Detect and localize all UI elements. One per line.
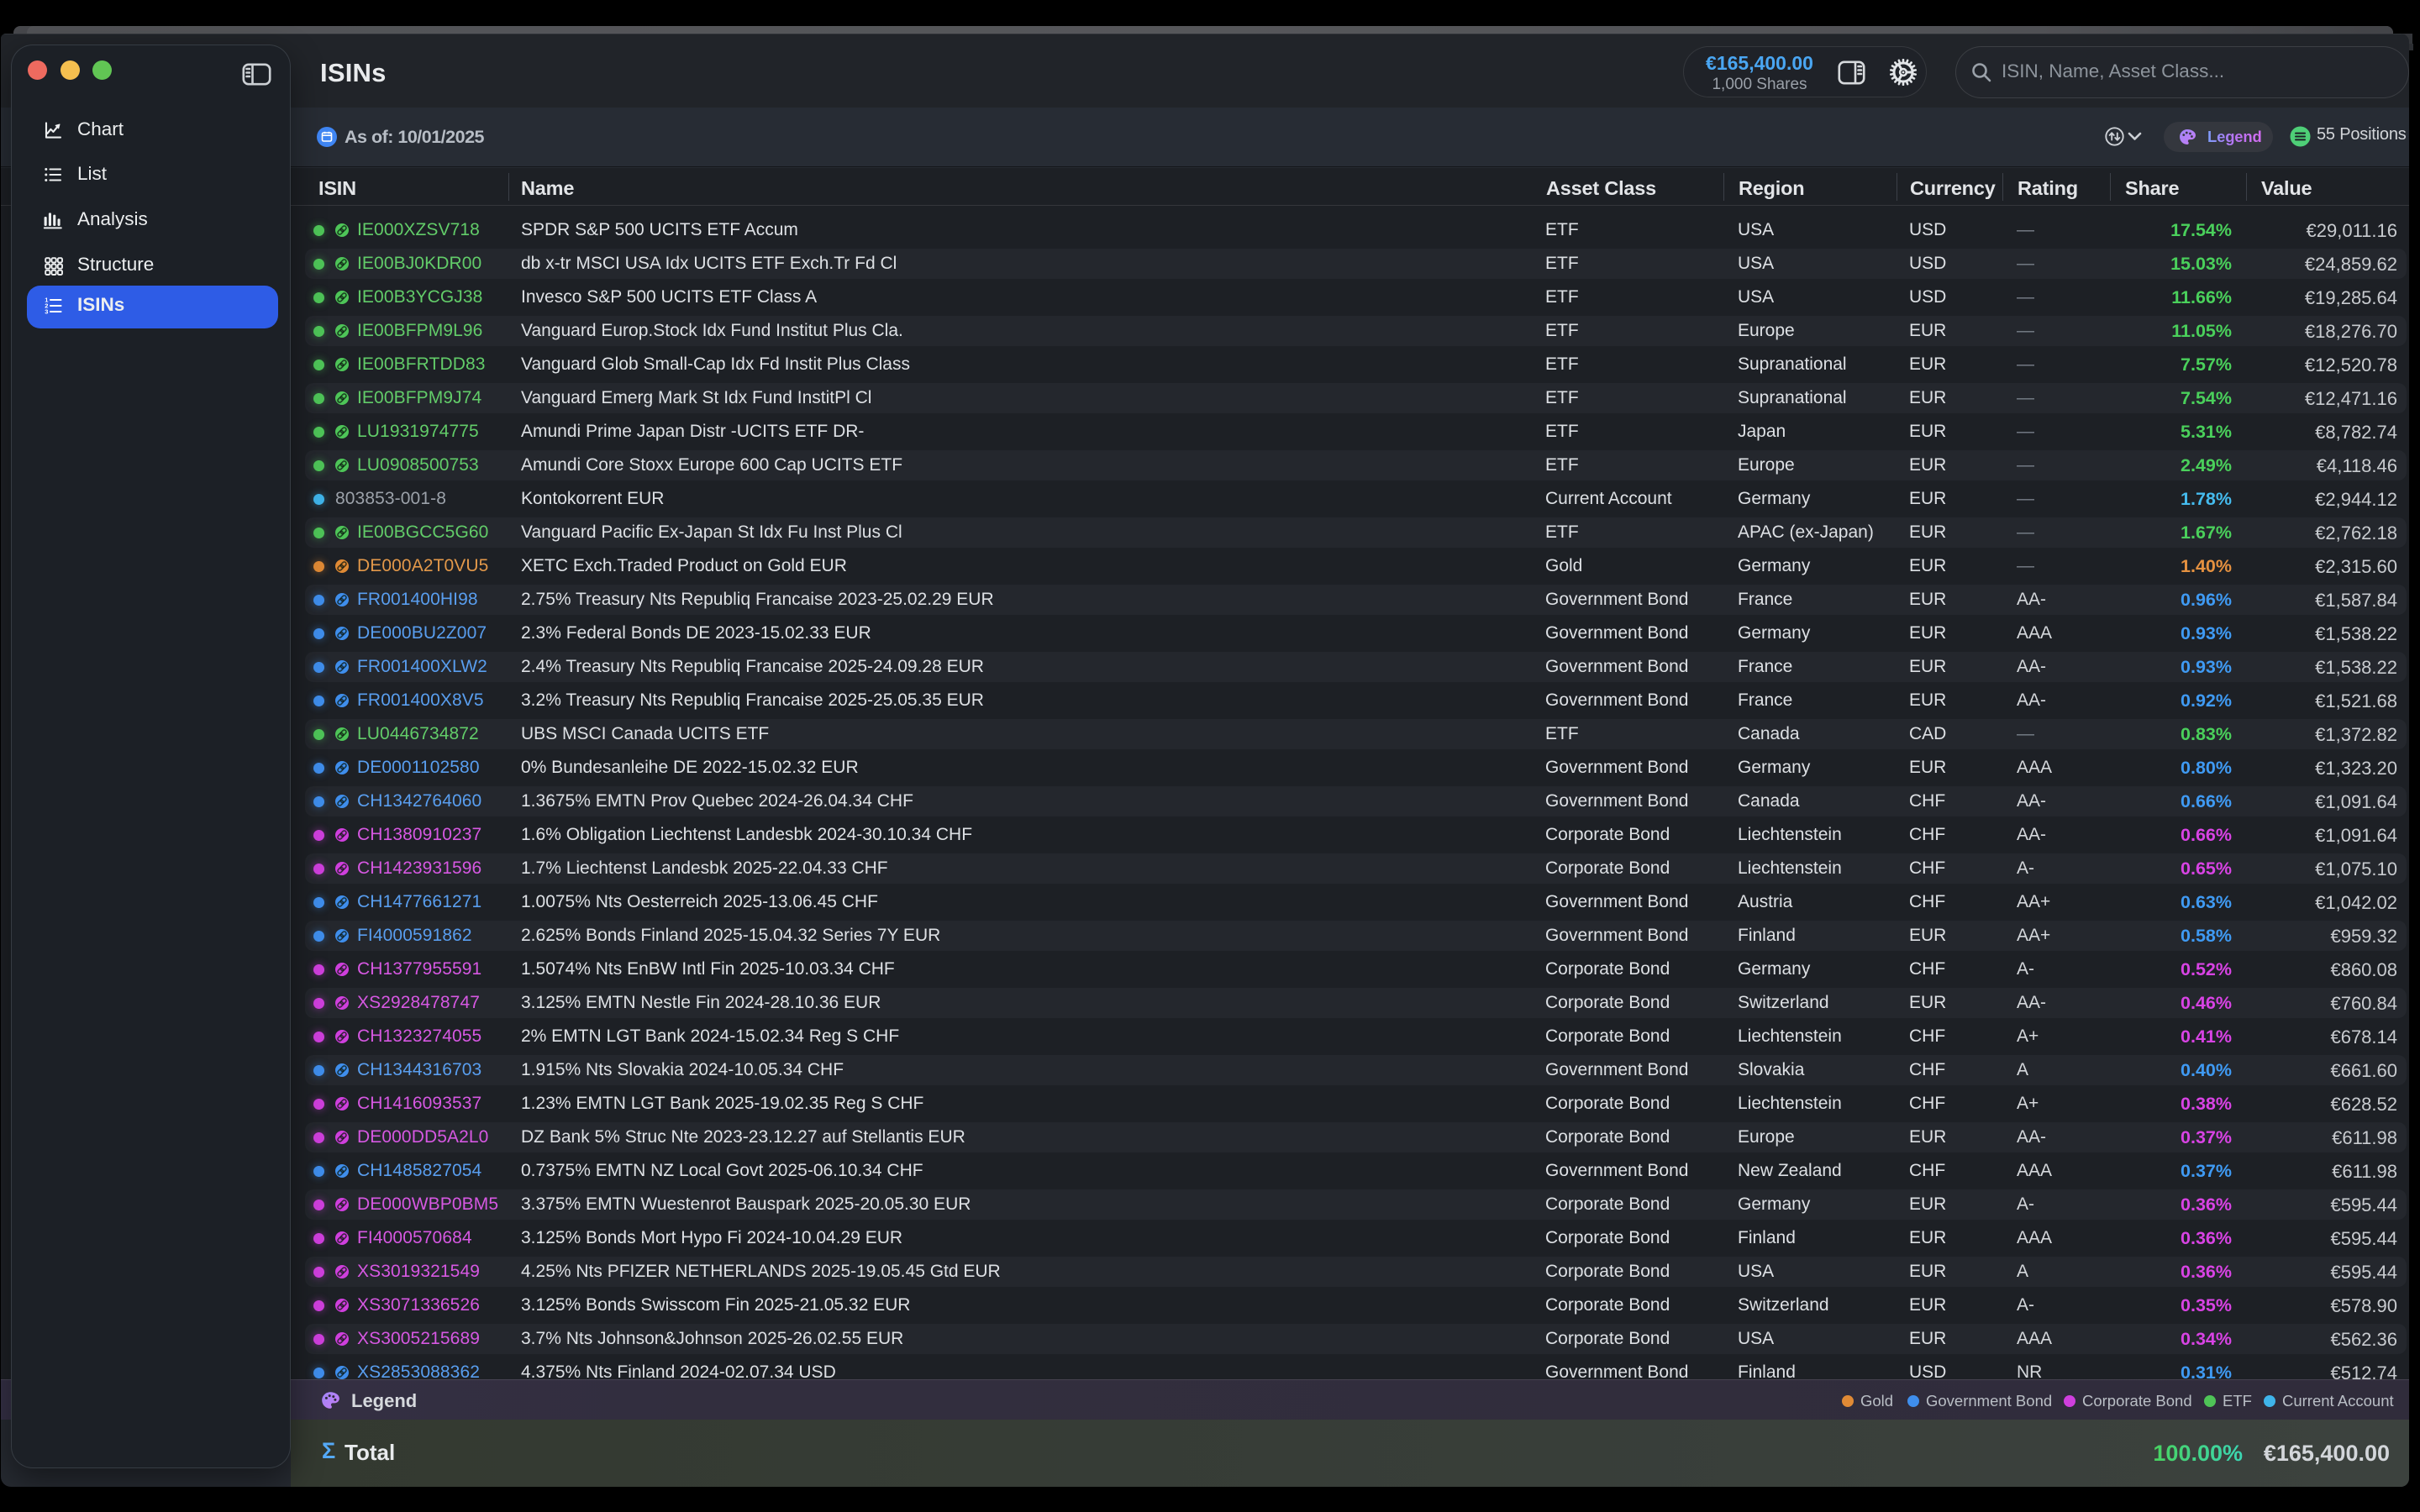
svg-text:3: 3 [45, 308, 48, 316]
